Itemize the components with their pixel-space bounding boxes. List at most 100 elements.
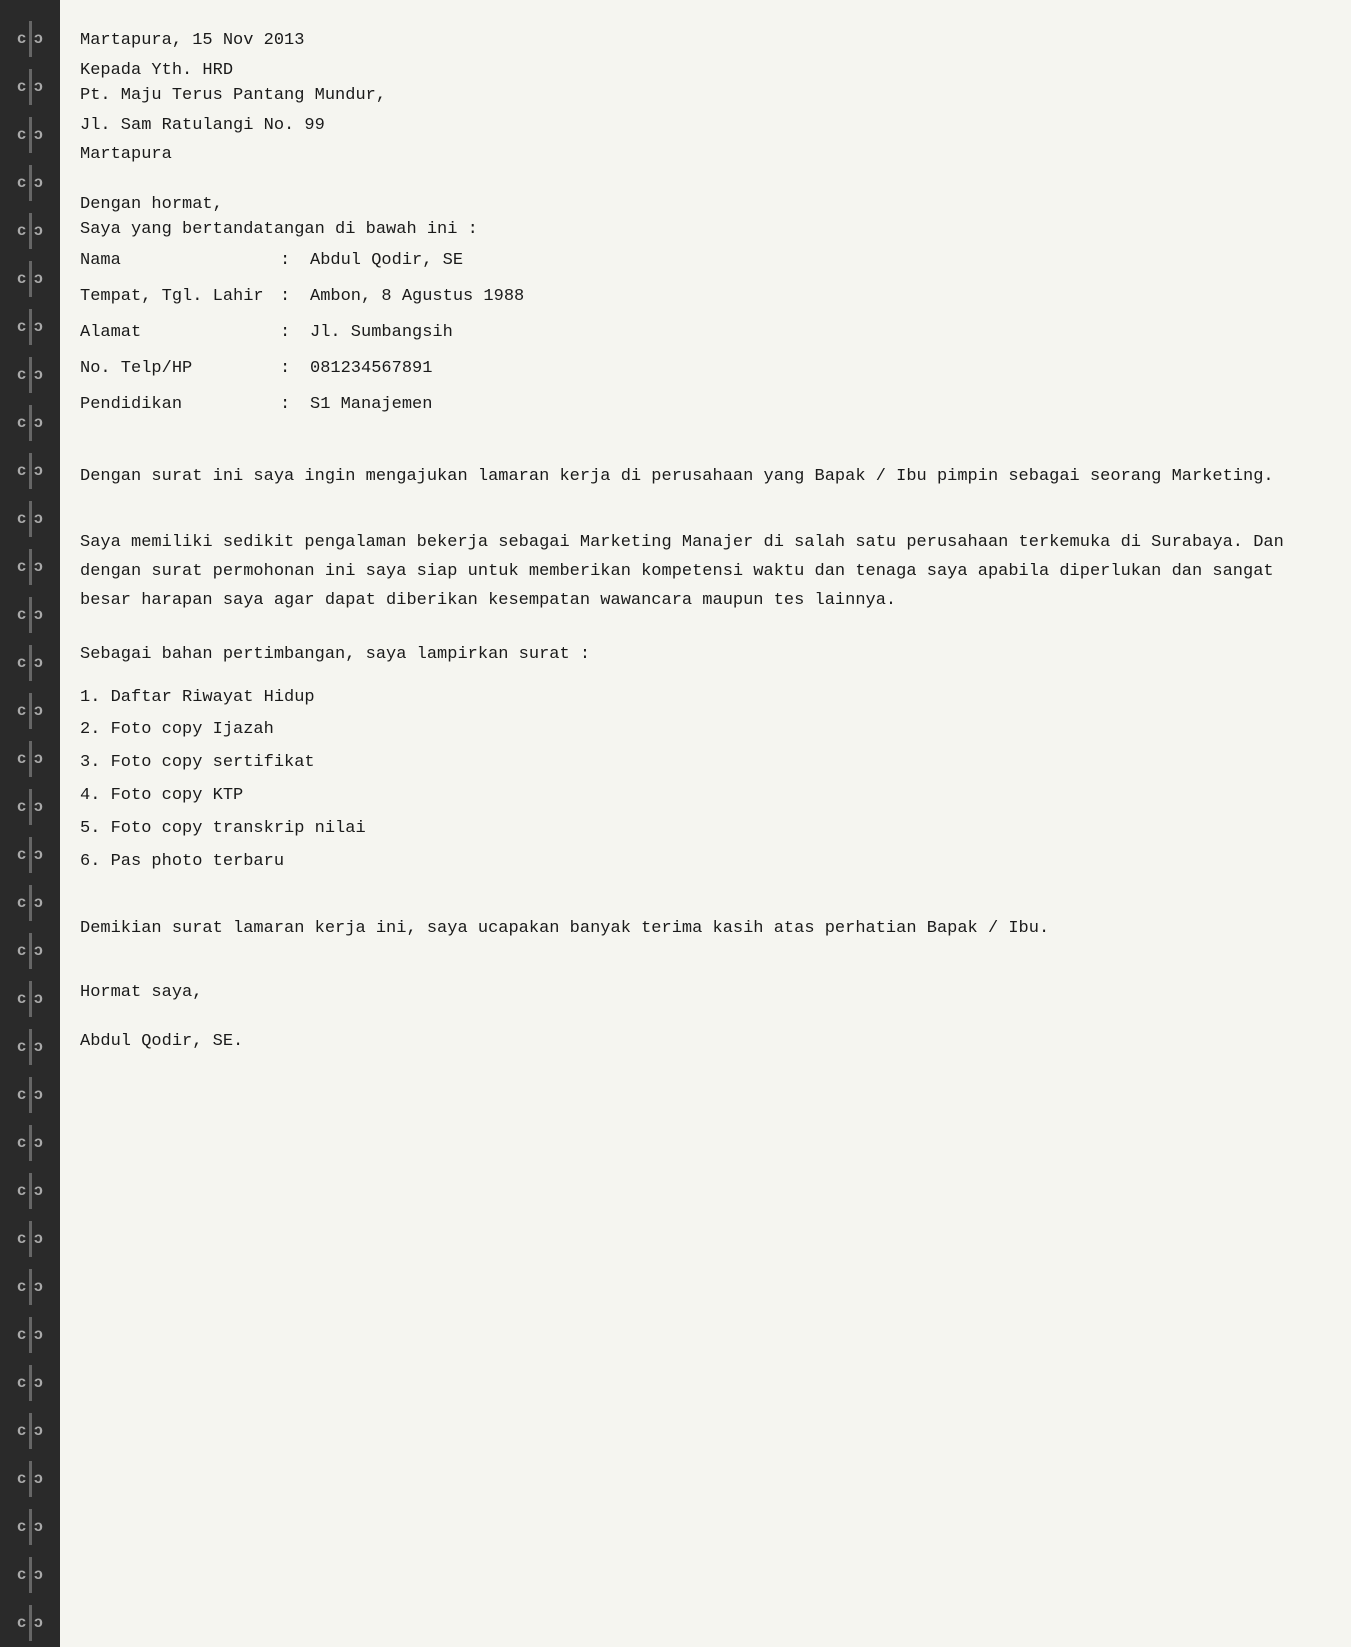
ring-c-19: c [9,942,27,960]
spacer2 [80,431,1311,451]
ring-d-33: ɔ [34,1614,52,1632]
ring-pair-17: c ɔ [0,831,60,879]
date-block: Martapura, 15 Nov 2013 [80,28,1311,54]
divider-21 [29,1029,32,1065]
divider-6 [29,309,32,345]
colon-pendidikan: : [280,395,310,423]
ring-c-33: c [9,1614,27,1632]
divider-22 [29,1077,32,1113]
ring-d-21: ɔ [34,1038,52,1056]
ring-pair-9: c ɔ [0,447,60,495]
divider-28 [29,1365,32,1401]
ring-pair-19: c ɔ [0,927,60,975]
ring-pair-12: c ɔ [0,591,60,639]
signature-block: Abdul Qodir, SE. [80,1029,1311,1055]
ring-c-32: c [9,1566,27,1584]
label-ttl: Tempat, Tgl. Lahir [80,287,280,315]
greeting-block: Dengan hormat, Saya yang bertandatangan … [80,192,1311,243]
ring-c-28: c [9,1374,27,1392]
value-pendidikan: S1 Manajemen [310,395,432,423]
colon-ttl: : [280,287,310,315]
ring-pair-18: c ɔ [0,879,60,927]
colon-alamat: : [280,323,310,351]
divider-1 [29,69,32,105]
ring-pair-16: c ɔ [0,783,60,831]
divider-2 [29,117,32,153]
ring-d-26: ɔ [34,1278,52,1296]
ring-c-10: c [9,510,27,528]
body1-block: Dengan surat ini saya ingin mengajukan l… [80,463,1311,492]
ring-d-29: ɔ [34,1422,52,1440]
date-text: Martapura, 15 Nov 2013 [80,31,304,50]
ring-d-3: ɔ [34,174,52,192]
ring-c-26: c [9,1278,27,1296]
list-item-1: 1. Daftar Riwayat Hidup [80,682,1311,715]
ring-c-31: c [9,1518,27,1536]
ring-d-18: ɔ [34,894,52,912]
field-alamat: Alamat : Jl. Sumbangsih [80,319,1311,355]
divider-5 [29,261,32,297]
binding-strip: c ɔ c ɔ c ɔ c ɔ c ɔ c ɔ c ɔ c [0,0,60,1647]
ring-pair-8: c ɔ [0,399,60,447]
ring-d-28: ɔ [34,1374,52,1392]
ring-c-17: c [9,846,27,864]
ring-pair-29: c ɔ [0,1407,60,1455]
ring-pair-23: c ɔ [0,1119,60,1167]
divider-29 [29,1413,32,1449]
ring-pair-31: c ɔ [0,1503,60,1551]
ring-d-12: ɔ [34,606,52,624]
divider-11 [29,549,32,585]
body1-text: Dengan surat ini saya ingin mengajukan l… [80,467,1274,486]
ring-c-24: c [9,1182,27,1200]
ring-c-30: c [9,1470,27,1488]
closing-block: Demikian surat lamaran kerja ini, saya u… [80,915,1311,944]
recipient-line4: Martapura [80,145,172,164]
spacer8 [80,1009,1311,1029]
ring-c-13: c [9,654,27,672]
divider-12 [29,597,32,633]
ring-pair-24: c ɔ [0,1167,60,1215]
divider-31 [29,1509,32,1545]
ring-d-11: ɔ [34,558,52,576]
ring-d-32: ɔ [34,1566,52,1584]
salutation-block: Hormat saya, [80,980,1311,1006]
ring-pair-11: c ɔ [0,543,60,591]
ring-d-1: ɔ [34,78,52,96]
spacer4 [80,632,1311,642]
letter-content: Martapura, 15 Nov 2013 Kepada Yth. HRD P… [60,0,1351,1647]
divider-30 [29,1461,32,1497]
value-telp: 081234567891 [310,359,432,387]
ring-d-9: ɔ [34,462,52,480]
field-nama: Nama : Abdul Qodir, SE [80,247,1311,283]
ring-pair-33: c ɔ [0,1599,60,1647]
field-ttl: Tempat, Tgl. Lahir : Ambon, 8 Agustus 19… [80,283,1311,319]
recipient-address-block: Jl. Sam Ratulangi No. 99 [80,113,1311,139]
ring-c-16: c [9,798,27,816]
ring-pair-15: c ɔ [0,735,60,783]
list-item-6: 6. Pas photo terbaru [80,846,1311,879]
ring-pair-13: c ɔ [0,639,60,687]
ring-pair-27: c ɔ [0,1311,60,1359]
ring-pair-6: c ɔ [0,303,60,351]
ring-c-4: c [9,222,27,240]
recipient-city-block: Martapura [80,142,1311,168]
attachments-list: 1. Daftar Riwayat Hidup 2. Foto copy Ija… [80,682,1311,879]
value-ttl: Ambon, 8 Agustus 1988 [310,287,524,315]
ring-d-19: ɔ [34,942,52,960]
ring-d-2: ɔ [34,126,52,144]
ring-d-5: ɔ [34,270,52,288]
ring-d-23: ɔ [34,1134,52,1152]
ring-d-25: ɔ [34,1230,52,1248]
divider-8 [29,405,32,441]
ring-c-8: c [9,414,27,432]
divider-14 [29,693,32,729]
divider-16 [29,789,32,825]
list-item-3: 3. Foto copy sertifikat [80,747,1311,780]
divider-33 [29,1605,32,1641]
signature-text: Abdul Qodir, SE. [80,1032,243,1051]
body2-text: Saya memiliki sedikit pengalaman bekerja… [80,533,1284,610]
divider-13 [29,645,32,681]
divider-25 [29,1221,32,1257]
divider-0 [29,21,32,57]
list-item-4: 4. Foto copy KTP [80,780,1311,813]
